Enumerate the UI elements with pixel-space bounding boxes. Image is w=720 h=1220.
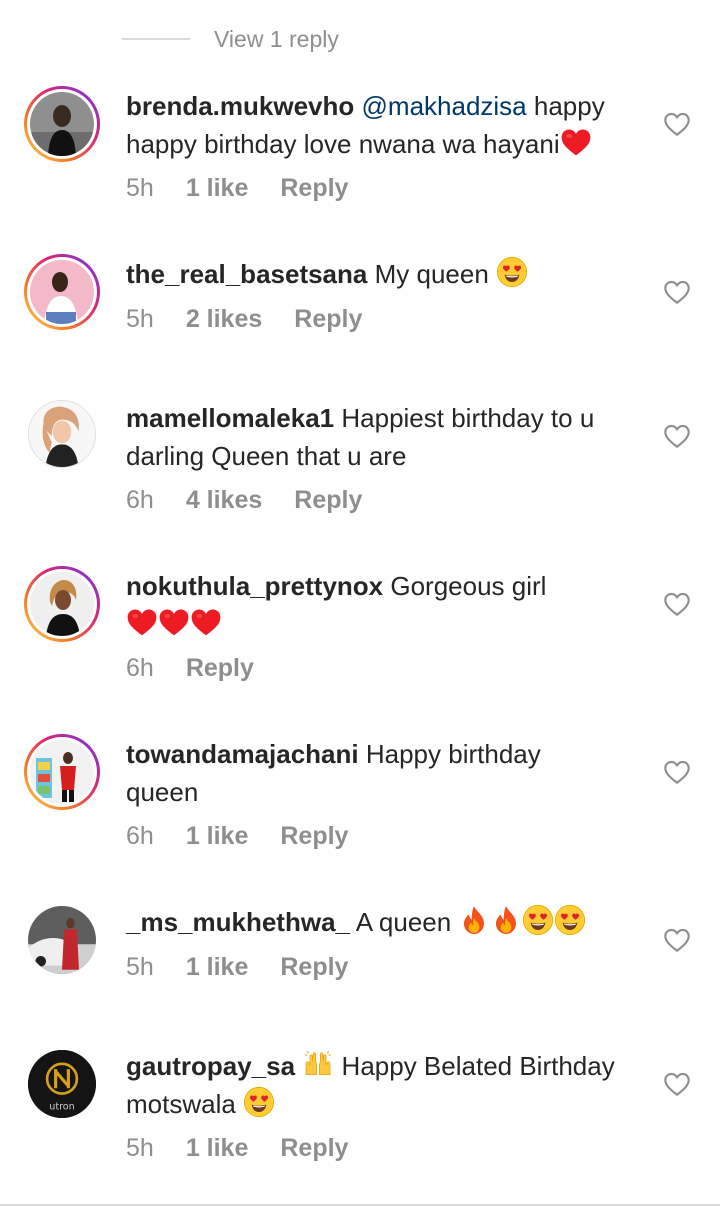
- comment-timestamp: 5h: [126, 952, 154, 981]
- comment-body: Happy Belated Birthday: [341, 1051, 615, 1081]
- comment-text: the_real_basetsana My queen: [126, 255, 646, 293]
- avatar[interactable]: [24, 734, 100, 810]
- heart-eyes-emoji: [522, 904, 554, 936]
- like-heart-icon[interactable]: [663, 422, 691, 450]
- mention-link[interactable]: @makhadzisa: [362, 91, 527, 121]
- likes-count[interactable]: 1 like: [186, 953, 249, 982]
- view-replies-link[interactable]: View 1 reply: [122, 22, 339, 56]
- comment-meta: 5h 1 like Reply: [126, 949, 348, 985]
- like-heart-icon[interactable]: [663, 110, 691, 138]
- likes-count[interactable]: 1 like: [186, 1134, 249, 1163]
- reply-thread-divider: [122, 38, 190, 40]
- like-heart-icon[interactable]: [663, 1070, 691, 1098]
- comment-meta: 6h 1 like Reply: [126, 818, 348, 854]
- comment-body: Happiest birthday to u: [341, 403, 595, 433]
- avatar-logo-text: utron: [49, 1102, 74, 1113]
- avatar[interactable]: [26, 398, 98, 470]
- reply-button[interactable]: Reply: [280, 174, 348, 203]
- comment-timestamp: 6h: [126, 821, 154, 850]
- reply-button[interactable]: Reply: [186, 654, 254, 683]
- comment-meta: 5h 1 like Reply: [126, 1130, 348, 1166]
- fire-emoji: [490, 904, 522, 936]
- comment-body-line2: happy birthday love nwana wa hayani: [126, 129, 560, 159]
- comment-username[interactable]: the_real_basetsana: [126, 259, 367, 289]
- reply-button[interactable]: Reply: [280, 1134, 348, 1163]
- comment-meta: 5h 1 like Reply: [126, 170, 348, 206]
- red-heart-emoji: [158, 606, 190, 638]
- avatar[interactable]: [24, 566, 100, 642]
- reply-button[interactable]: Reply: [294, 486, 362, 515]
- avatar[interactable]: utron: [26, 1048, 98, 1120]
- likes-count[interactable]: 4 likes: [186, 486, 262, 515]
- comment-meta: 6h 4 likes Reply: [126, 482, 362, 518]
- comment-text: nokuthula_prettynox Gorgeous girl: [126, 567, 646, 643]
- comment-meta: 6h Reply: [126, 650, 254, 686]
- heart-eyes-emoji: [243, 1086, 275, 1118]
- like-heart-icon[interactable]: [663, 278, 691, 306]
- red-heart-emoji: [190, 606, 222, 638]
- comment-timestamp: 5h: [126, 173, 154, 202]
- comment-text: _ms_mukhethwa_ A queen: [126, 903, 646, 941]
- bottom-divider: [0, 1204, 720, 1206]
- avatar[interactable]: [26, 904, 98, 976]
- comment-body: A queen: [355, 907, 452, 937]
- fire-emoji: [458, 904, 490, 936]
- likes-count[interactable]: 1 like: [186, 822, 249, 851]
- comment-meta: 5h 2 likes Reply: [126, 301, 362, 337]
- reply-button[interactable]: Reply: [280, 953, 348, 982]
- comment-username[interactable]: nokuthula_prettynox: [126, 571, 383, 601]
- comment-username[interactable]: gautropay_sa: [126, 1051, 295, 1081]
- comment-timestamp: 6h: [126, 485, 154, 514]
- comment-body-line2: queen: [126, 777, 199, 807]
- comment-username[interactable]: towandamajachani: [126, 739, 359, 769]
- comment-body: Happy birthday: [365, 739, 541, 769]
- avatar[interactable]: [24, 86, 100, 162]
- comment-text: gautropay_sa Happy Belated Birthday mots…: [126, 1047, 646, 1123]
- like-heart-icon[interactable]: [663, 758, 691, 786]
- heart-eyes-emoji: [554, 904, 586, 936]
- comment-text: towandamajachani Happy birthday queen: [126, 735, 646, 811]
- view-replies-label: View 1 reply: [214, 25, 339, 52]
- raising-hands-emoji: [302, 1048, 334, 1080]
- like-heart-icon[interactable]: [663, 590, 691, 618]
- comment-body: Gorgeous girl: [390, 571, 547, 601]
- reply-button[interactable]: Reply: [280, 822, 348, 851]
- heart-eyes-emoji: [496, 256, 528, 288]
- comment-username[interactable]: _ms_mukhethwa_: [126, 907, 350, 937]
- comment-text: brenda.mukwevho @makhadzisa happy happy …: [126, 87, 646, 163]
- comment-body-line2: darling Queen that u are: [126, 441, 407, 471]
- comment-timestamp: 6h: [126, 653, 154, 682]
- comment-username[interactable]: brenda.mukwevho: [126, 91, 354, 121]
- comment-body: happy: [533, 91, 605, 121]
- comment-body-line2: motswala: [126, 1089, 236, 1119]
- red-heart-emoji: [560, 126, 592, 158]
- avatar[interactable]: [24, 254, 100, 330]
- comment-username[interactable]: mamellomaleka1: [126, 403, 334, 433]
- likes-count[interactable]: 2 likes: [186, 305, 262, 334]
- comment-timestamp: 5h: [126, 304, 154, 333]
- like-heart-icon[interactable]: [663, 926, 691, 954]
- red-heart-emoji: [126, 606, 158, 638]
- comment-timestamp: 5h: [126, 1133, 154, 1162]
- reply-button[interactable]: Reply: [294, 305, 362, 334]
- comment-text: mamellomaleka1 Happiest birthday to u da…: [126, 399, 646, 475]
- comment-body: My queen: [374, 259, 489, 289]
- likes-count[interactable]: 1 like: [186, 174, 249, 203]
